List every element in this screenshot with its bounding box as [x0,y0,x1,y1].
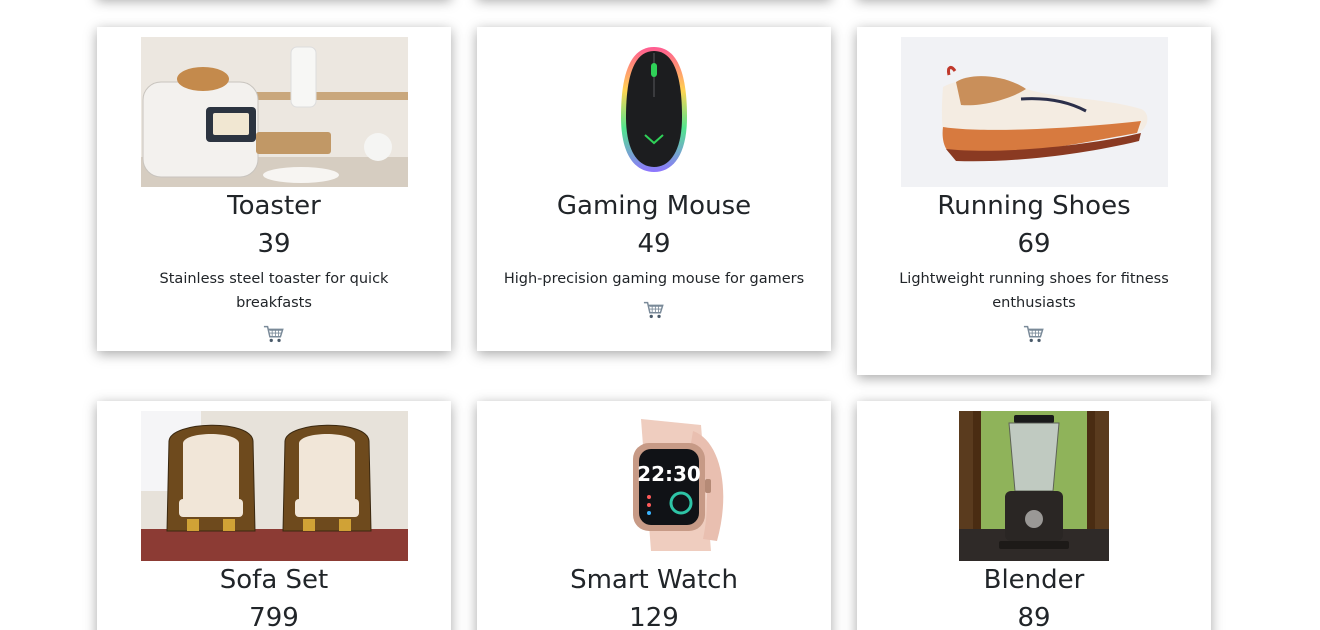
product-name: Running Shoes [937,191,1131,221]
shopping-cart-icon[interactable] [263,323,285,345]
product-price: 39 [257,229,291,259]
product-name: Sofa Set [219,565,329,595]
product-card: Sofa Set 799 [97,401,451,630]
product-price: 49 [637,229,671,259]
product-image [959,411,1109,561]
product-name: Toaster [227,191,321,221]
product-image [140,37,408,187]
gaming-mouse-photo [620,47,687,172]
product-description: High-precision gaming mouse for gamers [503,271,805,287]
product-description: Stainless steel toaster for quick breakf… [159,271,389,311]
product-price: 129 [629,603,679,630]
product-card: Blender 89 [857,401,1211,630]
product-card: Running Shoes 69 Lightweight running sho… [857,27,1211,375]
product-image [140,411,408,561]
shopping-cart-icon[interactable] [643,299,665,321]
svg-text:22:30: 22:30 [637,462,701,486]
product-price: 69 [1017,229,1051,259]
product-card: Toaster 39 Stainless steel toaster for q… [97,27,451,351]
smart-watch-photo: 22:30 [632,419,723,551]
product-name: Gaming Mouse [556,191,752,221]
product-image: 22:30 [520,411,788,561]
product-description: Lightweight running shoes for fitness en… [899,271,1169,311]
product-image [900,37,1168,187]
blender-photo [959,411,1109,561]
running-shoes-photo [900,37,1168,187]
product-price: 89 [1017,603,1051,630]
product-card: 22:30 Smart Watch 129 [477,401,831,630]
product-image [520,37,788,187]
product-card: Gaming Mouse 49 High-precision gaming mo… [477,27,831,351]
toaster-photo [140,37,408,187]
product-name: Blender [983,565,1085,595]
shopping-cart-icon[interactable] [1023,323,1045,345]
product-name: Smart Watch [570,565,738,595]
sofa-set-photo [140,411,408,561]
product-grid: Toaster 39 Stainless steel toaster for q… [0,0,1320,630]
product-price: 799 [249,603,299,630]
